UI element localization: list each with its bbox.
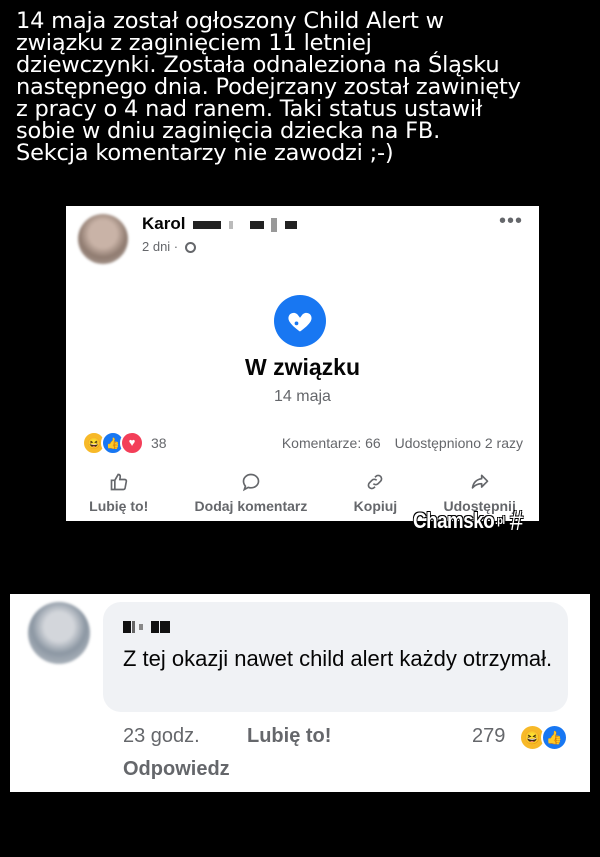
post-meta: 2 dni ·	[142, 239, 196, 254]
copy-label: Kopiuj	[353, 498, 398, 514]
like-label: Lubię to!	[89, 498, 149, 514]
share-count[interactable]: Udostępniono 2 razy	[395, 435, 523, 451]
chamsko-watermark: Chamsko .pl #	[413, 505, 523, 537]
like-reaction-icon: 👍	[541, 724, 568, 751]
reaction-count: 38	[151, 435, 167, 451]
commenter-avatar[interactable]	[28, 602, 90, 664]
link-icon	[368, 474, 383, 490]
redacted-name-block	[271, 217, 278, 232]
watermark-brand: Chamsko	[413, 508, 495, 533]
comment-count[interactable]: Komentarze: 66	[282, 435, 381, 451]
caption-text: 14 maja został ogłoszony Child Alert w z…	[16, 8, 521, 166]
author-name[interactable]: Karol	[142, 214, 185, 233]
redacted-name-block	[228, 220, 233, 229]
comment-text: Z tej okazji nawet child alert każdy otr…	[123, 646, 553, 671]
comment-bubble-icon	[242, 473, 260, 492]
more-options-icon[interactable]: •••	[499, 210, 523, 233]
redacted-name-block	[249, 220, 264, 229]
reaction-summary[interactable]: 😆 👍 ♥ 38	[82, 431, 167, 455]
author-avatar[interactable]	[78, 214, 128, 264]
comment-reactions[interactable]: 😆 👍	[519, 724, 568, 751]
hash-icon: #	[509, 505, 523, 536]
thumbs-up-icon	[110, 473, 127, 491]
comment-time[interactable]: 23 godz.	[123, 725, 200, 748]
comment-like-button[interactable]: Lubię to!	[247, 725, 331, 748]
relationship-heart-icon	[274, 295, 326, 347]
love-reaction-icon: ♥	[120, 431, 144, 455]
status-date: 14 maja	[274, 388, 331, 405]
redacted-name-block	[193, 220, 222, 229]
comment-reaction-count[interactable]: 279	[472, 725, 505, 748]
share-arrow-icon	[471, 474, 489, 489]
comment-bubble: Z tej okazji nawet child alert każdy otr…	[103, 602, 568, 712]
comment-button[interactable]: Dodaj komentarz	[194, 472, 308, 514]
post-author[interactable]: Karol	[142, 214, 298, 234]
copy-button[interactable]: Kopiuj	[353, 472, 398, 514]
comment-card: Z tej okazji nawet child alert każdy otr…	[10, 594, 590, 792]
comment-label: Dodaj komentarz	[194, 498, 308, 514]
globe-icon	[184, 242, 196, 253]
like-button[interactable]: Lubię to!	[89, 472, 148, 514]
redacted-name-block	[285, 220, 298, 229]
facebook-post: Karol 2 dni · ••• W związku 14 maja 😆 👍 …	[66, 206, 539, 521]
commenter-name-redacted[interactable]	[123, 618, 170, 636]
post-time[interactable]: 2 dni ·	[142, 239, 178, 254]
relationship-status: W związku	[244, 354, 360, 380]
engagement-counts: Komentarze: 66 Udostępniono 2 razy	[272, 435, 523, 451]
watermark-tld: .pl	[495, 515, 505, 527]
reply-button[interactable]: Odpowiedz	[123, 758, 230, 781]
